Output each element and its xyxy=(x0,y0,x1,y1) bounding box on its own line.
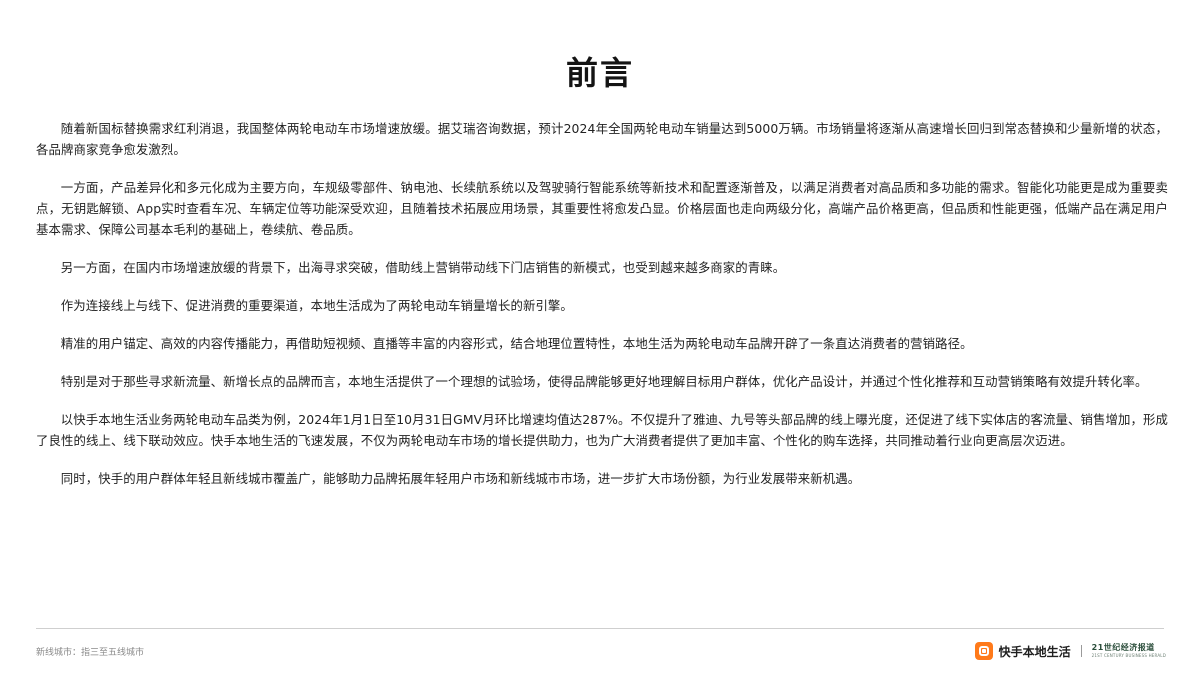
footer-divider xyxy=(36,628,1164,629)
paragraph-1: 随着新国标替换需求红利消退，我国整体两轮电动车市场增速放缓。据艾瑞咨询数据，预计… xyxy=(36,121,1168,157)
page-title: 前言 xyxy=(565,54,634,92)
paragraph-5: 精准的用户锚定、高效的内容传播能力，再借助短视频、直播等丰富的内容形式，结合地理… xyxy=(60,336,973,351)
brand-separator xyxy=(1080,645,1082,657)
partner-logo: 21世纪经济报道 21ST CENTURY BUSINESS HERALD xyxy=(1092,644,1166,658)
kuaishou-local-logo-icon xyxy=(974,642,993,660)
paragraph-7: 以快手本地生活业务两轮电动车品类为例，2024年1月1日至10月31日GMV月环… xyxy=(36,412,1168,448)
paragraph-2: 一方面，产品差异化和多元化成为主要方向，车规级零部件、钠电池、长续航系统以及驾驶… xyxy=(36,180,1168,237)
footnote: 新线城市：指三至五线城市 xyxy=(36,648,145,658)
paragraph-8: 同时，快手的用户群体年轻且新线城市覆盖广，能够助力品牌拓展年轻用户市场和新线城市… xyxy=(60,471,861,486)
brand-name: 快手本地生活 xyxy=(998,644,1071,659)
preface-body: 随着新国标替换需求红利消退，我国整体两轮电动车市场增速放缓。据艾瑞咨询数据，预计… xyxy=(36,118,1168,506)
partner-subtitle: 21ST CENTURY BUSINESS HERALD xyxy=(1091,653,1166,658)
paragraph-6: 特别是对于那些寻求新流量、新增长点的品牌而言，本地生活提供了一个理想的试验场，使… xyxy=(60,374,1148,389)
brand-footer: 快手本地生活 21世纪经济报道 21ST CENTURY BUSINESS HE… xyxy=(974,640,1166,662)
paragraph-3: 另一方面，在国内市场增速放缓的背景下，出海寻求突破，借助线上营销带动线下门店销售… xyxy=(60,260,786,275)
paragraph-4: 作为连接线上与线下、促进消费的重要渠道，本地生活成为了两轮电动车销量增长的新引擎… xyxy=(60,298,573,313)
partner-name: 21世纪经济报道 xyxy=(1091,643,1155,652)
